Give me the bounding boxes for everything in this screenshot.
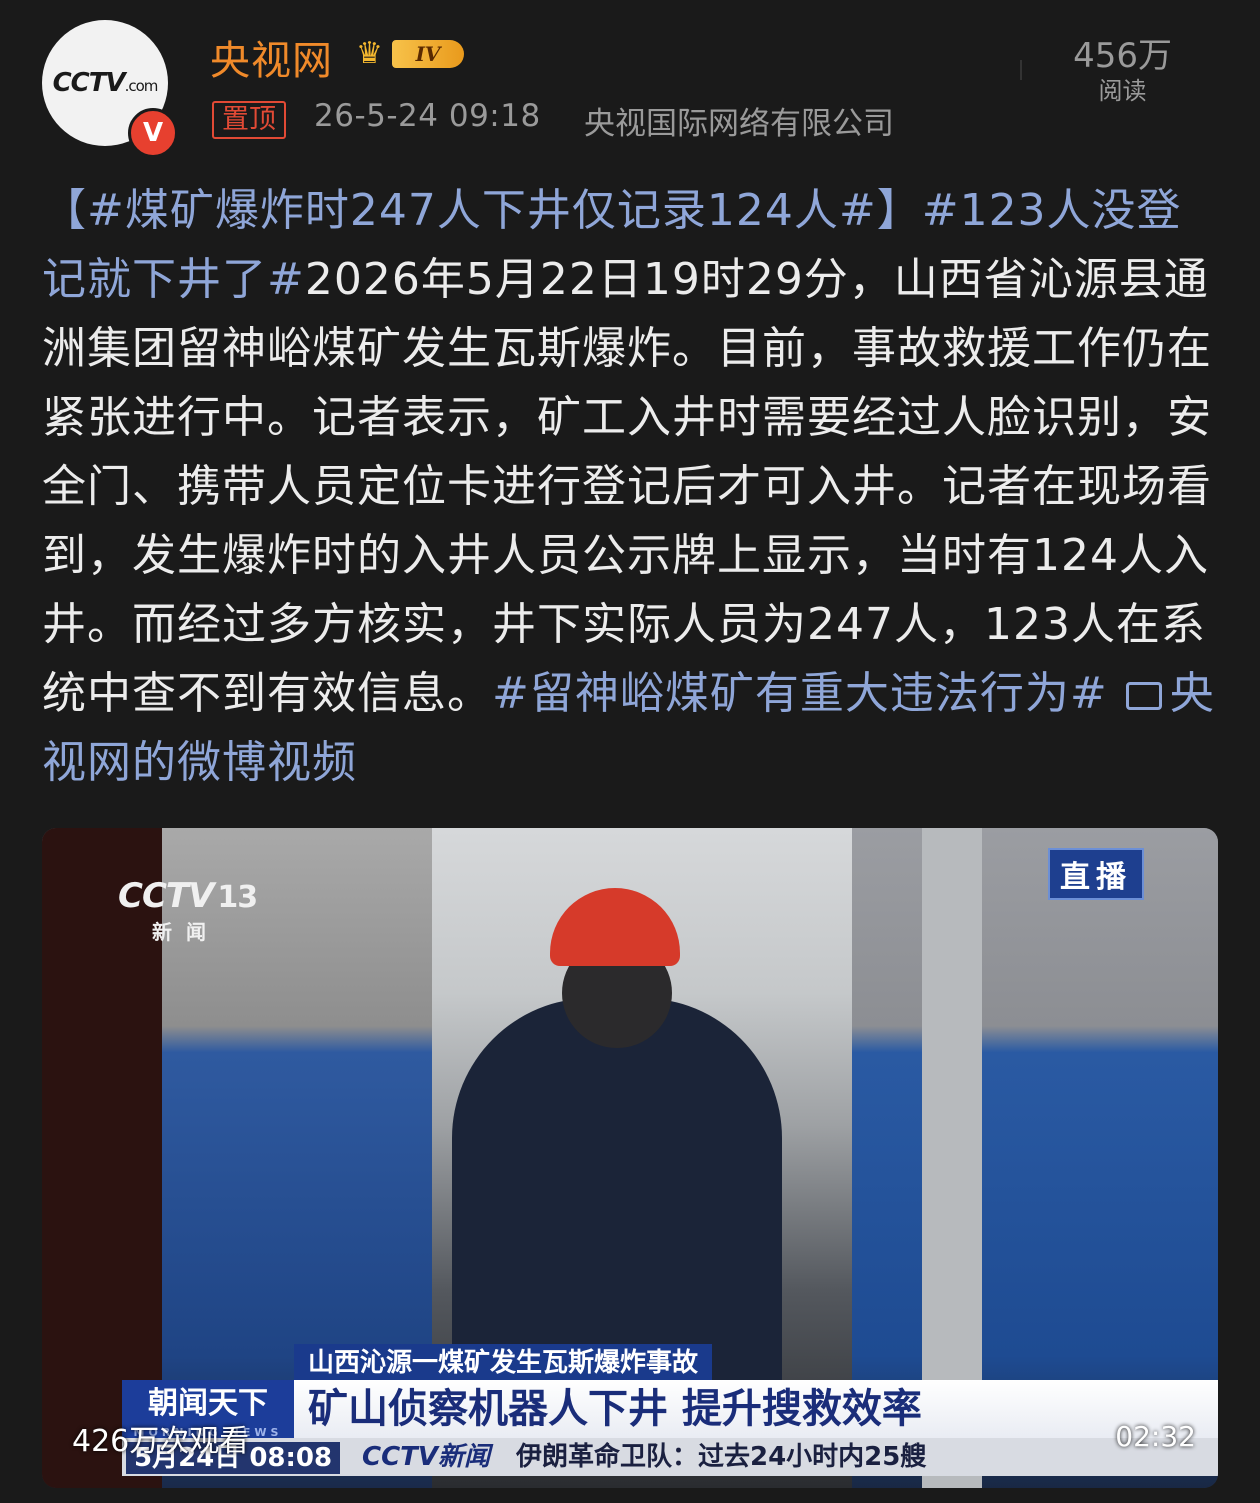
news-caption-top: 山西沁源一煤矿发生瓦斯爆炸事故 — [294, 1344, 713, 1382]
live-badge: 直播 — [1048, 848, 1144, 900]
topic-link[interactable]: 【#煤矿爆炸时247人下井仅记录124人#】 — [42, 185, 922, 236]
video-player[interactable]: CCTV 13 新闻 直播 山西沁源一煤矿发生瓦斯爆炸事故 朝闻天下 MORNIN… — [42, 828, 1218, 1488]
views-count: 456万 — [1073, 36, 1172, 76]
video-duration: 02:32 — [1115, 1420, 1196, 1453]
divider — [1020, 60, 1022, 80]
views-label: 阅读 — [1098, 77, 1147, 105]
views-counter: 456万 阅读 — [1073, 36, 1172, 106]
channel-logo-text: CCTV — [118, 876, 214, 916]
pinned-tag: 置顶 — [212, 101, 286, 139]
topic-link[interactable]: #留神峪煤矿有重大违法行为# — [492, 668, 1108, 719]
channel-subtitle: 新闻 — [152, 920, 220, 944]
ticker-logo: CCTV新闻 — [362, 1442, 491, 1472]
play-count: 426万次观看 — [72, 1424, 250, 1459]
crown-icon: ♛ — [356, 36, 383, 71]
video-icon — [1125, 682, 1162, 710]
post-source: 央视国际网络有限公司 — [584, 106, 894, 142]
channel-logo: CCTV 13 — [118, 876, 258, 916]
avatar-logo: CCTV.com — [52, 68, 159, 98]
post-body: 2026年5月22日19时29分，山西省沁源县通洲集团留神峪煤矿发生瓦斯爆炸。目… — [42, 254, 1212, 719]
post-timestamp: 26-5-24 09:18 — [314, 98, 541, 134]
author-name[interactable]: 央视网 — [210, 28, 333, 86]
verified-icon: V — [128, 108, 178, 158]
level-label: IV — [392, 40, 464, 68]
post-text: 【#煤矿爆炸时247人下井仅记录124人#】#123人没登记就下井了#2026年… — [42, 176, 1222, 797]
channel-number: 13 — [217, 880, 258, 915]
avatar-logo-sub: .com — [124, 77, 159, 95]
level-badge[interactable]: ♛ IV — [356, 36, 468, 72]
news-headline: 矿山侦察机器人下井 提升搜救效率 — [294, 1380, 1218, 1438]
ticker-text: 伊朗革命卫队：过去24小时内25艘 — [516, 1442, 927, 1472]
avatar-logo-text: CCTV — [52, 68, 126, 98]
